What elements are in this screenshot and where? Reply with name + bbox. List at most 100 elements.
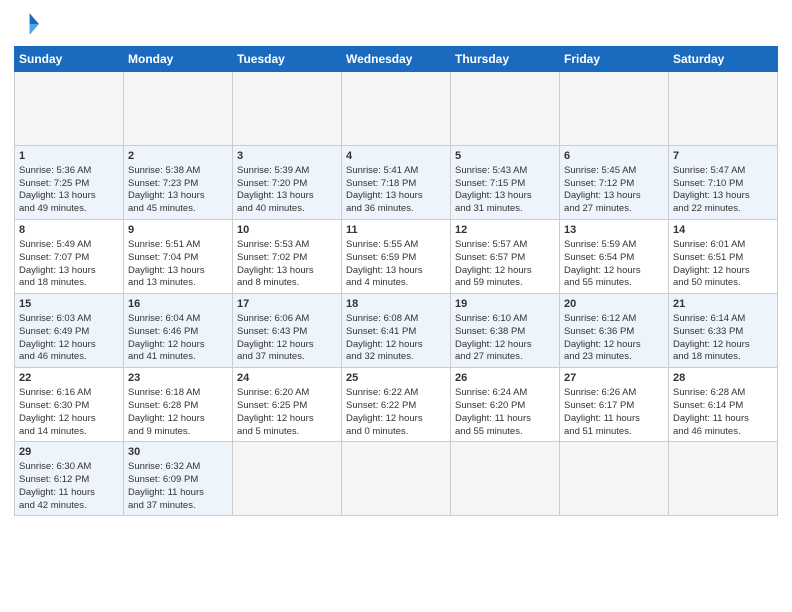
calendar-cell: 23Sunrise: 6:18 AMSunset: 6:28 PMDayligh… (124, 368, 233, 442)
cell-info-line: Sunset: 6:25 PM (237, 400, 337, 413)
cell-info-line: and 40 minutes. (237, 203, 337, 216)
day-number: 13 (564, 223, 664, 238)
cell-info-line: Daylight: 11 hours (455, 413, 555, 426)
day-number: 8 (19, 223, 119, 238)
cell-info-line: Sunset: 6:51 PM (673, 252, 773, 265)
cell-info-line: Sunrise: 6:22 AM (346, 387, 446, 400)
col-header-wednesday: Wednesday (342, 47, 451, 72)
calendar-cell (15, 72, 124, 146)
cell-info-line: Daylight: 13 hours (673, 190, 773, 203)
calendar-cell: 18Sunrise: 6:08 AMSunset: 6:41 PMDayligh… (342, 294, 451, 368)
cell-info-line: Daylight: 12 hours (346, 339, 446, 352)
calendar-cell (342, 72, 451, 146)
cell-info-line: Sunset: 6:14 PM (673, 400, 773, 413)
cell-info-line: Sunrise: 5:43 AM (455, 165, 555, 178)
cell-info-line: and 23 minutes. (564, 351, 664, 364)
cell-info-line: Sunrise: 6:03 AM (19, 313, 119, 326)
day-number: 26 (455, 371, 555, 386)
day-number: 10 (237, 223, 337, 238)
calendar-cell (342, 442, 451, 516)
day-number: 4 (346, 149, 446, 164)
day-number: 14 (673, 223, 773, 238)
calendar-cell (560, 442, 669, 516)
logo (14, 10, 46, 38)
cell-info-line: Daylight: 12 hours (673, 265, 773, 278)
cell-info-line: Sunrise: 6:12 AM (564, 313, 664, 326)
cell-info-line: Daylight: 12 hours (19, 339, 119, 352)
cell-info-line: Sunset: 7:20 PM (237, 178, 337, 191)
col-header-monday: Monday (124, 47, 233, 72)
logo-icon (14, 10, 42, 38)
cell-info-line: Sunset: 6:41 PM (346, 326, 446, 339)
cell-info-line: and 22 minutes. (673, 203, 773, 216)
day-number: 2 (128, 149, 228, 164)
calendar-cell (669, 442, 778, 516)
cell-info-line: and 50 minutes. (673, 277, 773, 290)
cell-info-line: Sunset: 6:38 PM (455, 326, 555, 339)
cell-info-line: and 46 minutes. (19, 351, 119, 364)
cell-info-line: Sunset: 6:36 PM (564, 326, 664, 339)
cell-info-line: Sunrise: 6:30 AM (19, 461, 119, 474)
cell-info-line: Daylight: 13 hours (237, 190, 337, 203)
calendar-cell: 24Sunrise: 6:20 AMSunset: 6:25 PMDayligh… (233, 368, 342, 442)
calendar-cell: 20Sunrise: 6:12 AMSunset: 6:36 PMDayligh… (560, 294, 669, 368)
day-number: 20 (564, 297, 664, 312)
day-number: 19 (455, 297, 555, 312)
cell-info-line: Daylight: 11 hours (673, 413, 773, 426)
day-number: 24 (237, 371, 337, 386)
cell-info-line: and 14 minutes. (19, 426, 119, 439)
calendar-cell: 2Sunrise: 5:38 AMSunset: 7:23 PMDaylight… (124, 146, 233, 220)
cell-info-line: and 5 minutes. (237, 426, 337, 439)
day-number: 12 (455, 223, 555, 238)
calendar-week-5: 29Sunrise: 6:30 AMSunset: 6:12 PMDayligh… (15, 442, 778, 516)
calendar-cell: 8Sunrise: 5:49 AMSunset: 7:07 PMDaylight… (15, 220, 124, 294)
day-number: 27 (564, 371, 664, 386)
cell-info-line: Sunrise: 6:14 AM (673, 313, 773, 326)
cell-info-line: and 51 minutes. (564, 426, 664, 439)
calendar-header-row: SundayMondayTuesdayWednesdayThursdayFrid… (15, 47, 778, 72)
day-number: 6 (564, 149, 664, 164)
cell-info-line: Sunrise: 6:32 AM (128, 461, 228, 474)
cell-info-line: and 13 minutes. (128, 277, 228, 290)
cell-info-line: Daylight: 12 hours (455, 265, 555, 278)
cell-info-line: and 32 minutes. (346, 351, 446, 364)
cell-info-line: Sunrise: 6:26 AM (564, 387, 664, 400)
cell-info-line: Sunset: 7:12 PM (564, 178, 664, 191)
cell-info-line: Sunrise: 5:38 AM (128, 165, 228, 178)
day-number: 17 (237, 297, 337, 312)
cell-info-line: Daylight: 12 hours (346, 413, 446, 426)
cell-info-line: Daylight: 12 hours (128, 413, 228, 426)
cell-info-line: Daylight: 13 hours (128, 265, 228, 278)
cell-info-line: Sunrise: 6:18 AM (128, 387, 228, 400)
cell-info-line: Daylight: 11 hours (128, 487, 228, 500)
calendar-cell: 13Sunrise: 5:59 AMSunset: 6:54 PMDayligh… (560, 220, 669, 294)
cell-info-line: Daylight: 12 hours (564, 265, 664, 278)
cell-info-line: Daylight: 13 hours (237, 265, 337, 278)
cell-info-line: and 18 minutes. (19, 277, 119, 290)
day-number: 9 (128, 223, 228, 238)
col-header-friday: Friday (560, 47, 669, 72)
calendar-cell: 7Sunrise: 5:47 AMSunset: 7:10 PMDaylight… (669, 146, 778, 220)
cell-info-line: Daylight: 12 hours (128, 339, 228, 352)
cell-info-line: and 55 minutes. (564, 277, 664, 290)
day-number: 18 (346, 297, 446, 312)
cell-info-line: Daylight: 12 hours (564, 339, 664, 352)
day-number: 5 (455, 149, 555, 164)
cell-info-line: Sunrise: 6:16 AM (19, 387, 119, 400)
cell-info-line: Sunset: 7:04 PM (128, 252, 228, 265)
cell-info-line: Sunrise: 6:06 AM (237, 313, 337, 326)
cell-info-line: Sunset: 6:28 PM (128, 400, 228, 413)
page: SundayMondayTuesdayWednesdayThursdayFrid… (0, 0, 792, 526)
cell-info-line: Sunset: 7:10 PM (673, 178, 773, 191)
calendar-cell: 5Sunrise: 5:43 AMSunset: 7:15 PMDaylight… (451, 146, 560, 220)
cell-info-line: and 9 minutes. (128, 426, 228, 439)
day-number: 23 (128, 371, 228, 386)
calendar-cell: 1Sunrise: 5:36 AMSunset: 7:25 PMDaylight… (15, 146, 124, 220)
cell-info-line: Sunset: 7:15 PM (455, 178, 555, 191)
cell-info-line: Sunset: 6:33 PM (673, 326, 773, 339)
calendar-cell: 15Sunrise: 6:03 AMSunset: 6:49 PMDayligh… (15, 294, 124, 368)
day-number: 25 (346, 371, 446, 386)
cell-info-line: Sunrise: 5:53 AM (237, 239, 337, 252)
cell-info-line: Sunrise: 5:47 AM (673, 165, 773, 178)
calendar-table: SundayMondayTuesdayWednesdayThursdayFrid… (14, 46, 778, 516)
